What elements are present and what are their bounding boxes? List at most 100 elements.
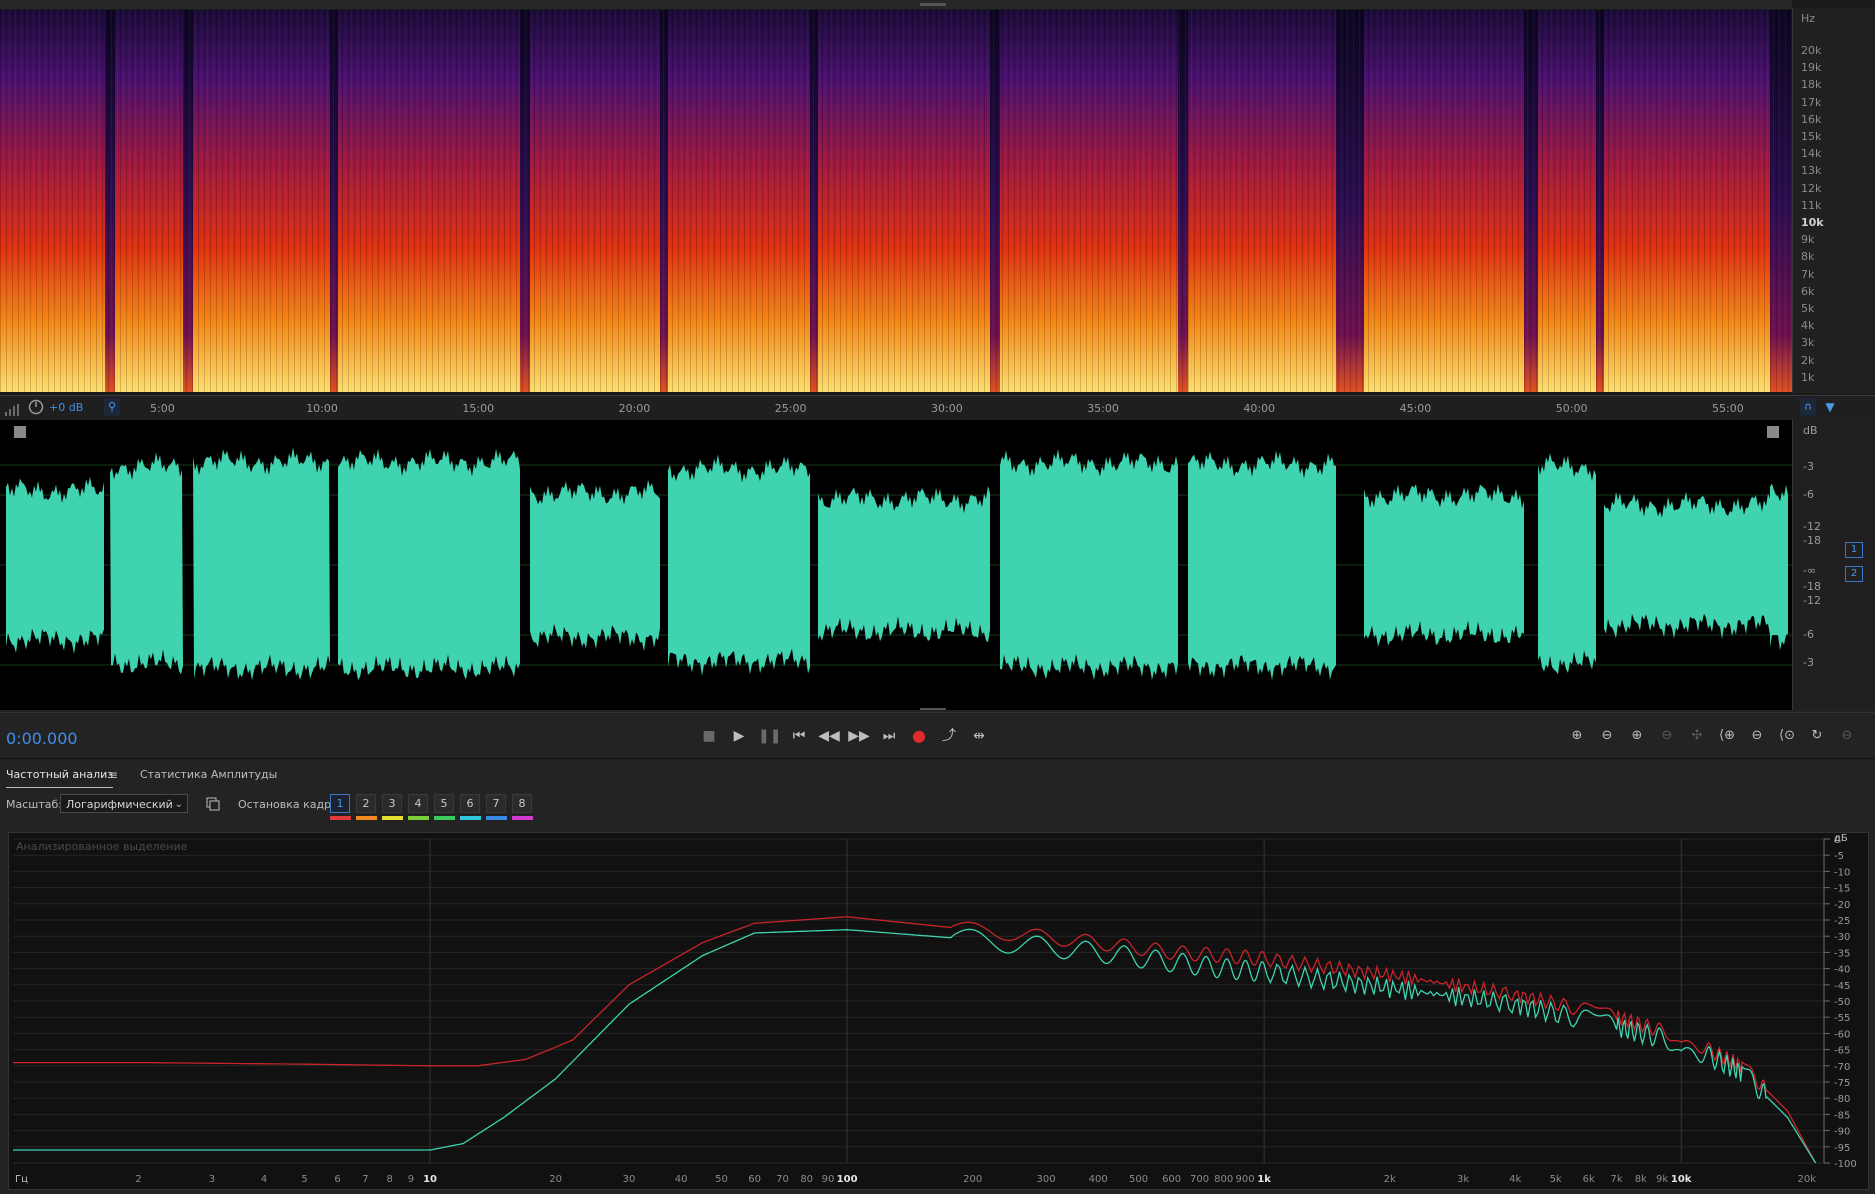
db-tick-label: -18: [1803, 534, 1821, 547]
y-tick-label: -20: [1834, 900, 1850, 911]
freeze-frame-button-7[interactable]: 7: [486, 794, 506, 813]
x-tick-label: 8: [386, 1174, 392, 1185]
zoom-in-left-icon[interactable]: ⟨⊕: [1716, 725, 1738, 747]
zoom-in-time-icon[interactable]: ⊕: [1626, 725, 1648, 747]
waveform-segment: [530, 479, 660, 652]
stop-icon[interactable]: ■: [698, 725, 720, 747]
volume-readout[interactable]: +0 dB: [49, 401, 83, 414]
y-unit-label: дБ: [1834, 833, 1848, 844]
x-tick-label: 5k: [1550, 1174, 1562, 1185]
db-tick-label: -12: [1803, 594, 1821, 607]
panel-menu-icon[interactable]: ≡: [108, 768, 118, 782]
zoom-out-full-icon[interactable]: ⊖: [1836, 725, 1858, 747]
waveform-segment: [338, 448, 520, 681]
hz-tick-label: 8k: [1801, 250, 1815, 264]
hz-tick-label: 1k: [1801, 370, 1815, 384]
x-tick-label: 30: [623, 1174, 636, 1185]
record-icon[interactable]: ●: [908, 725, 930, 747]
x-tick-label: 4k: [1509, 1174, 1521, 1185]
x-tick-label: 2: [135, 1174, 141, 1185]
volume-knob-icon[interactable]: [28, 399, 44, 415]
hz-tick-label: 10k: [1801, 216, 1824, 229]
hz-tick-label: 16k: [1801, 112, 1822, 126]
pause-icon[interactable]: ❚❚: [758, 725, 781, 747]
pin-icon[interactable]: ⚲: [104, 398, 120, 416]
copy-icon[interactable]: [206, 796, 220, 811]
x-tick-label: 9k: [1656, 1174, 1668, 1185]
frequency-chart[interactable]: 2 3 4 5 6 7 8 9 10 20 30 40 50 60 70 80 90 100 200 300 400 50…: [9, 833, 1868, 1189]
skip-to-end-icon[interactable]: ⏭: [878, 725, 900, 747]
waveform-segment: [1538, 453, 1596, 675]
db-ruler: dB -3 -6 -12 -18 -∞ -18 -12 -6 -3 1 2: [1792, 420, 1875, 710]
hz-tick-label: 11k: [1801, 198, 1822, 212]
spectrogram[interactable]: [0, 0, 1792, 395]
y-tick-label: -55: [1834, 1013, 1850, 1024]
marker-pin-icon[interactable]: ▼: [1822, 398, 1838, 416]
headphones-icon[interactable]: ∩: [1800, 398, 1816, 416]
hz-ruler: Hz 20k 19k 18k 17k 16k 15k 14k 13k 12k 11k 10k 9k 8k…: [1792, 8, 1875, 393]
db-tick-label: -3: [1803, 656, 1814, 669]
signal-bars-icon: [4, 401, 20, 416]
hz-tick-label: 17k: [1801, 95, 1822, 109]
freeze-frame-button-6[interactable]: 6: [460, 794, 480, 813]
freeze-frame-button-5[interactable]: 5: [434, 794, 454, 813]
play-icon[interactable]: ▶: [728, 725, 750, 747]
waveform-segment: [668, 454, 810, 676]
frequency-analysis-graph[interactable]: 2 3 4 5 6 7 8 9 10 20 30 40 50 60 70 80 90 100 200 300 400 50…: [8, 832, 1869, 1190]
zoom-full-icon[interactable]: ✣: [1686, 725, 1708, 747]
db-tick-label: -18: [1803, 580, 1821, 593]
expand-corner-icon[interactable]: [1767, 426, 1779, 438]
freeze-frame-button-2[interactable]: 2: [356, 794, 376, 813]
channel-1-badge[interactable]: 1: [1845, 542, 1863, 558]
y-tick-label: -10: [1834, 867, 1850, 878]
skip-selection-icon[interactable]: ⇹: [968, 725, 990, 747]
freeze-frame-button-4[interactable]: 4: [408, 794, 428, 813]
spectral-frequency-display[interactable]: [0, 0, 1875, 395]
y-tick-label: -65: [1834, 1046, 1850, 1057]
zoom-in-amplitude-icon[interactable]: ⊕: [1566, 725, 1588, 747]
chevron-down-icon: ⌄: [174, 799, 183, 810]
time-tick-label: 55:00: [1712, 402, 1744, 415]
x-tick-label: 7: [362, 1174, 368, 1185]
hz-tick-label: 12k: [1801, 181, 1822, 195]
zoom-selection-icon[interactable]: ⟨⊙: [1776, 725, 1798, 747]
waveform-segment: [1604, 491, 1770, 640]
waveform[interactable]: [0, 420, 1792, 710]
skip-to-start-icon[interactable]: ⏮: [788, 725, 810, 747]
timeline-ruler[interactable]: +0 dB ⚲ 5:00 10:00 15:00 20:00 25:00 30:00 35:…: [0, 395, 1875, 421]
waveform-display[interactable]: [0, 420, 1875, 710]
hz-tick-label: 5k: [1801, 302, 1815, 315]
zoom-out-amplitude-icon[interactable]: ⊖: [1596, 725, 1618, 747]
hz-tick-label: 15k: [1801, 130, 1822, 143]
db-tick-label: -6: [1803, 488, 1814, 501]
y-tick-label: -95: [1834, 1143, 1850, 1154]
x-tick-label: 5: [301, 1174, 307, 1185]
scale-label: Масштаб:: [6, 798, 62, 811]
scale-value: Логарифмический: [66, 798, 173, 811]
scale-dropdown[interactable]: Логарифмический ⌄: [60, 794, 188, 813]
x-tick-label: 6k: [1583, 1174, 1595, 1185]
zoom-out-left-icon[interactable]: ⊖: [1746, 725, 1768, 747]
waveform-segment: [1000, 449, 1178, 681]
hz-tick-label: 14k: [1801, 147, 1822, 161]
fast-forward-icon[interactable]: ▶▶: [848, 725, 870, 747]
freeze-frame-button-1[interactable]: 1: [330, 794, 350, 813]
channel-2-badge[interactable]: 2: [1845, 566, 1863, 582]
collapse-corner-icon[interactable]: [14, 426, 26, 438]
tab-amplitude-statistics[interactable]: Статистика Амплитуды: [140, 768, 277, 781]
freeze-frame-button-8[interactable]: 8: [512, 794, 532, 813]
x-tick-label: 3k: [1457, 1174, 1469, 1185]
loop-icon[interactable]: ⤴: [938, 725, 960, 747]
y-tick-label: -90: [1834, 1127, 1850, 1138]
current-time[interactable]: 0:00.000: [6, 729, 78, 748]
x-tick-label: 200: [963, 1174, 982, 1185]
x-unit-label: Гц: [15, 1174, 28, 1185]
tab-frequency-analysis[interactable]: Частотный анализ: [6, 768, 114, 788]
zoom-out-time-icon[interactable]: ⊖: [1656, 725, 1678, 747]
freeze-frame-button-3[interactable]: 3: [382, 794, 402, 813]
db-tick-label: -∞: [1803, 564, 1817, 577]
zoom-reset-icon[interactable]: ↻: [1806, 725, 1828, 747]
y-tick-label: -5: [1834, 851, 1844, 862]
rewind-icon[interactable]: ◀◀: [818, 725, 840, 747]
x-tick-label: 500: [1129, 1174, 1148, 1185]
